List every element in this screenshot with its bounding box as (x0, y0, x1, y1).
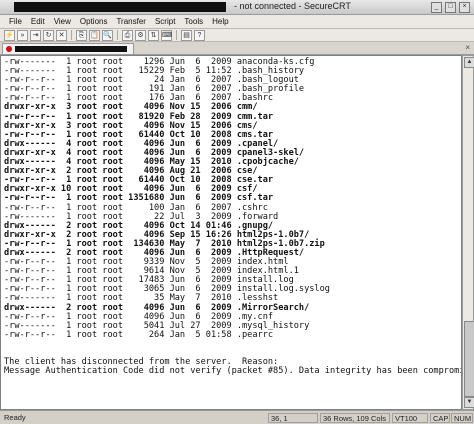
title-bar: - not connected - SecureCRT _ □ × (0, 0, 474, 15)
menu-edit[interactable]: Edit (31, 17, 45, 26)
disconnected-status-icon (6, 46, 12, 52)
terminal-output: -rw------- 1 root root 1296 Jun 6 2009 a… (4, 57, 462, 377)
terminal-line: Message Authentication Code did not veri… (4, 366, 462, 377)
toolbar: ⚡ » ⇥ ↻ ✕ ⎘ 📋 🔍 ⎙ ⚙ ⇅ ⌨ ▤ ? (0, 29, 474, 42)
session-tab-bar (0, 42, 474, 55)
reconnect-icon[interactable]: ↻ (43, 29, 54, 41)
settings-icon[interactable]: ⚙ (135, 29, 146, 41)
status-terminal-type: VT100 (392, 413, 428, 423)
options-icon[interactable]: ▤ (181, 29, 192, 41)
menu-options[interactable]: Options (80, 17, 108, 26)
sftp-icon[interactable]: ⇅ (148, 29, 159, 41)
menu-help[interactable]: Help (212, 17, 228, 26)
menu-view[interactable]: View (54, 17, 71, 26)
close-icon[interactable]: × (459, 2, 470, 13)
paste-icon[interactable]: 📋 (89, 29, 100, 41)
terminal-line: -rw-r--r-- 1 root root 264 Jan 5 01:58 .… (4, 329, 274, 340)
copy-icon[interactable]: ⎘ (76, 29, 87, 41)
maximize-icon[interactable]: □ (445, 2, 456, 13)
status-ready: Ready (4, 413, 26, 422)
help-icon[interactable]: ? (194, 29, 205, 41)
menu-script[interactable]: Script (155, 17, 175, 26)
vertical-scrollbar[interactable]: ▲ ▼ (462, 55, 474, 410)
tab-connect-icon[interactable]: ⇥ (30, 29, 41, 41)
toolbar-separator (176, 30, 177, 40)
toolbar-separator (117, 30, 118, 40)
find-icon[interactable]: 🔍 (102, 29, 113, 41)
status-bar: Ready 36, 1 36 Rows, 109 Cols VT100 CAP … (0, 410, 474, 424)
scroll-up-icon[interactable]: ▲ (464, 57, 474, 68)
window-title: - not connected - SecureCRT (234, 1, 351, 11)
print-icon[interactable]: ⎙ (122, 29, 133, 41)
toolbar-separator (71, 30, 72, 40)
scroll-down-icon[interactable]: ▼ (464, 397, 474, 408)
minimize-icon[interactable]: _ (431, 2, 442, 13)
session-tab[interactable] (2, 43, 134, 54)
status-cursor-position: 36, 1 (268, 413, 318, 423)
redacted-title (14, 2, 226, 12)
disconnect-icon[interactable]: ✕ (56, 29, 67, 41)
redacted-tab-label (15, 46, 127, 52)
menu-file[interactable]: File (9, 17, 22, 26)
terminal-view[interactable]: -rw------- 1 root root 1296 Jun 6 2009 a… (0, 55, 462, 410)
quick-connect-icon[interactable]: » (17, 29, 28, 41)
menu-tools[interactable]: Tools (184, 17, 203, 26)
scrollbar-thumb[interactable] (464, 321, 474, 397)
keymap-icon[interactable]: ⌨ (161, 29, 172, 41)
menu-transfer[interactable]: Transfer (116, 17, 146, 26)
status-caps-lock: CAP (430, 413, 450, 423)
connect-icon[interactable]: ⚡ (4, 29, 15, 41)
status-num-lock: NUM (451, 413, 473, 423)
status-terminal-size: 36 Rows, 109 Cols (320, 413, 390, 423)
tab-close-icon[interactable]: × (465, 43, 470, 52)
menu-bar: File Edit View Options Transfer Script T… (0, 15, 474, 29)
